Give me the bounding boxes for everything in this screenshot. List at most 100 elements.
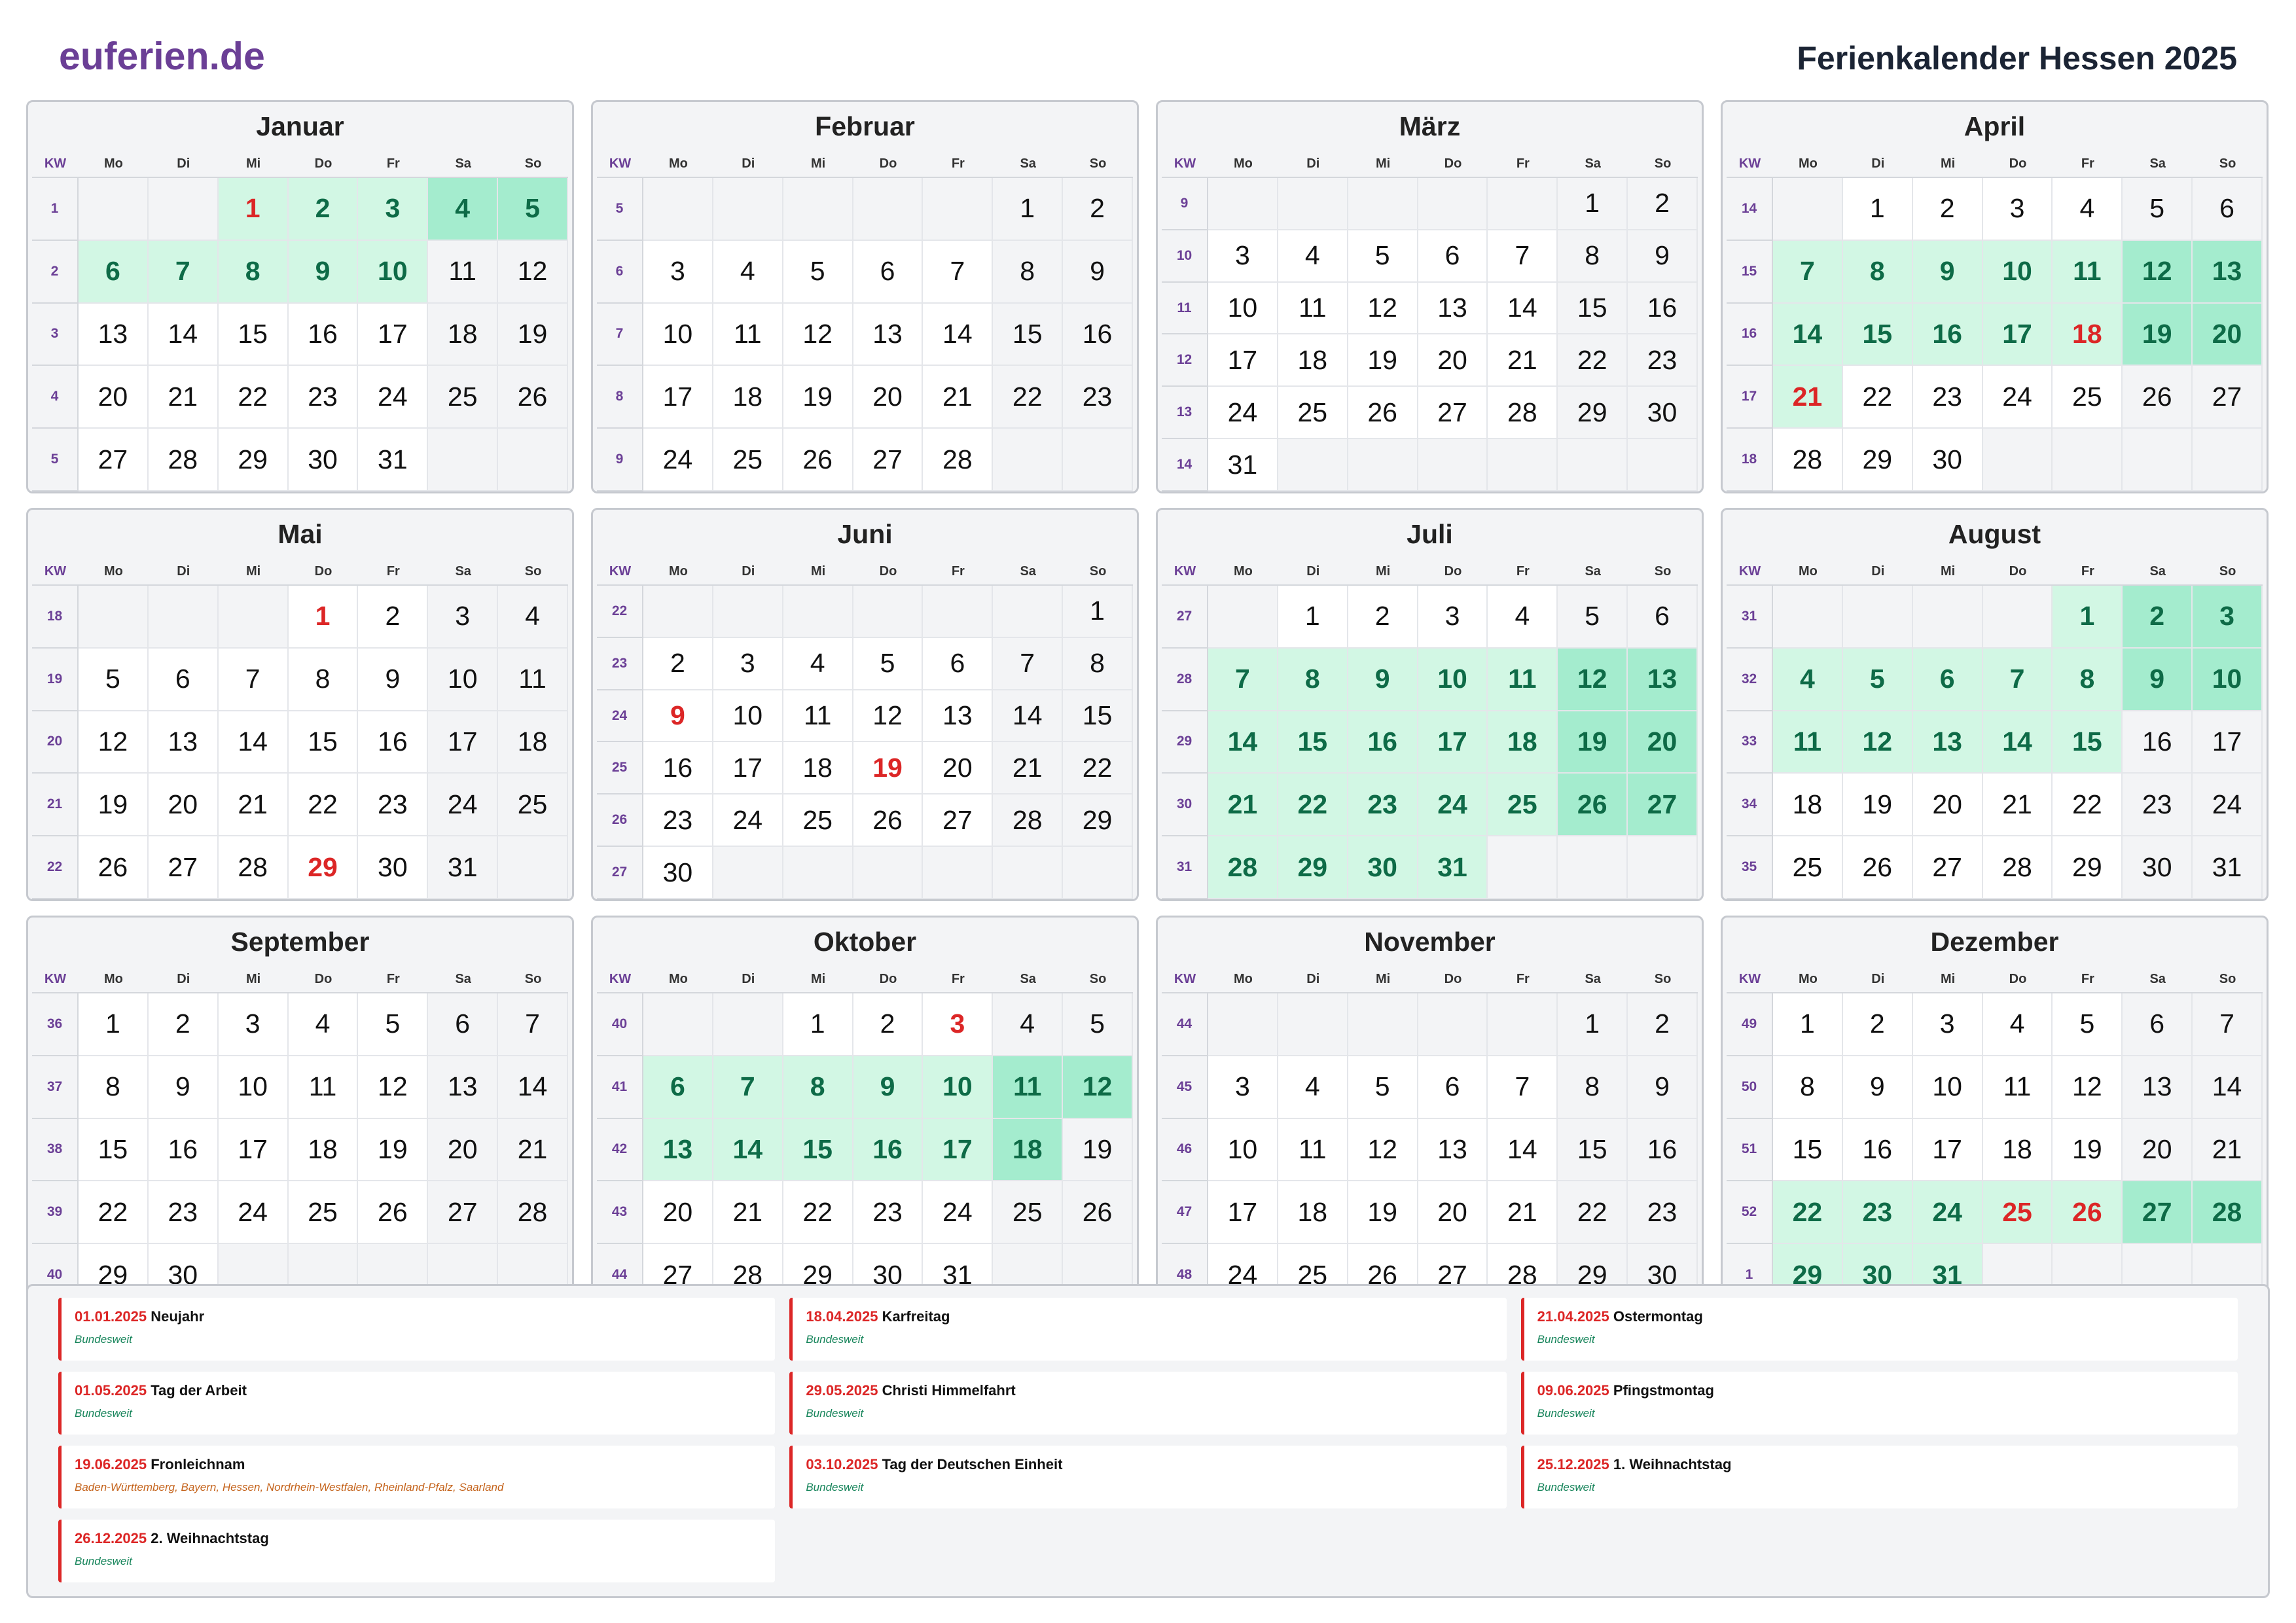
day-cell[interactable]: 1: [1558, 178, 1628, 230]
day-cell[interactable]: 9: [148, 1056, 219, 1119]
day-cell[interactable]: 7: [713, 1056, 783, 1119]
day-cell[interactable]: 2: [358, 586, 429, 649]
day-cell[interactable]: 28: [1773, 429, 1843, 491]
day-cell[interactable]: 24: [923, 1181, 994, 1245]
day-cell[interactable]: 27: [428, 1181, 499, 1245]
day-cell[interactable]: 26: [2053, 1181, 2123, 1245]
day-cell[interactable]: 4: [783, 637, 853, 690]
day-cell[interactable]: 1: [783, 993, 853, 1056]
day-cell[interactable]: 29: [1842, 429, 1913, 491]
day-cell[interactable]: 23: [1912, 366, 1983, 429]
day-cell[interactable]: 22: [79, 1181, 149, 1245]
day-cell[interactable]: 9: [1348, 648, 1418, 711]
day-cell[interactable]: 21: [2193, 1118, 2263, 1182]
day-cell[interactable]: 7: [218, 648, 289, 711]
day-cell[interactable]: 15: [288, 711, 359, 774]
day-cell[interactable]: 8: [1558, 230, 1628, 283]
day-cell[interactable]: 14: [218, 711, 289, 774]
day-cell[interactable]: 11: [993, 1056, 1064, 1119]
day-cell[interactable]: 10: [923, 1056, 994, 1119]
day-cell[interactable]: 4: [1278, 1056, 1348, 1119]
day-cell[interactable]: 1: [1558, 993, 1628, 1056]
day-cell[interactable]: 24: [713, 794, 783, 847]
day-cell[interactable]: 20: [148, 774, 219, 837]
day-cell[interactable]: 18: [1278, 1181, 1348, 1245]
day-cell[interactable]: 17: [1208, 1181, 1278, 1245]
day-cell[interactable]: 25: [288, 1181, 359, 1245]
day-cell[interactable]: 5: [1558, 586, 1628, 649]
day-cell[interactable]: 22: [1558, 1181, 1628, 1245]
day-cell[interactable]: 4: [498, 586, 568, 649]
day-cell[interactable]: 16: [853, 1118, 924, 1182]
day-cell[interactable]: 16: [643, 742, 713, 795]
day-cell[interactable]: 5: [1842, 648, 1913, 711]
day-cell[interactable]: 17: [643, 366, 713, 429]
day-cell[interactable]: 16: [1628, 1118, 1698, 1182]
day-cell[interactable]: 20: [1628, 711, 1698, 774]
day-cell[interactable]: 1: [993, 178, 1064, 241]
day-cell[interactable]: 8: [1773, 1056, 1843, 1119]
day-cell[interactable]: 25: [1982, 1181, 2053, 1245]
day-cell[interactable]: 5: [853, 637, 924, 690]
day-cell[interactable]: 27: [853, 429, 924, 491]
day-cell[interactable]: 28: [1208, 836, 1278, 899]
day-cell[interactable]: 9: [853, 1056, 924, 1119]
day-cell[interactable]: 3: [713, 637, 783, 690]
day-cell[interactable]: 12: [1558, 648, 1628, 711]
day-cell[interactable]: 12: [498, 240, 568, 304]
day-cell[interactable]: 7: [1488, 1056, 1558, 1119]
day-cell[interactable]: 10: [1208, 1118, 1278, 1182]
day-cell[interactable]: 28: [148, 429, 219, 491]
day-cell[interactable]: 30: [288, 429, 359, 491]
day-cell[interactable]: 8: [218, 240, 289, 304]
day-cell[interactable]: 28: [923, 429, 994, 491]
day-cell[interactable]: 29: [2053, 836, 2123, 899]
day-cell[interactable]: 2: [1912, 178, 1983, 241]
day-cell[interactable]: 19: [2123, 303, 2193, 366]
day-cell[interactable]: 2: [1842, 993, 1913, 1056]
day-cell[interactable]: 25: [713, 429, 783, 491]
day-cell[interactable]: 13: [1418, 282, 1488, 335]
day-cell[interactable]: 17: [923, 1118, 994, 1182]
day-cell[interactable]: 9: [1842, 1056, 1913, 1119]
day-cell[interactable]: 1: [218, 178, 289, 241]
day-cell[interactable]: 28: [2193, 1181, 2263, 1245]
day-cell[interactable]: 20: [853, 366, 924, 429]
day-cell[interactable]: 26: [79, 836, 149, 899]
day-cell[interactable]: 4: [428, 178, 499, 241]
day-cell[interactable]: 12: [2053, 1056, 2123, 1119]
day-cell[interactable]: 21: [923, 366, 994, 429]
day-cell[interactable]: 30: [1348, 836, 1418, 899]
day-cell[interactable]: 6: [1418, 230, 1488, 283]
day-cell[interactable]: 7: [1982, 648, 2053, 711]
day-cell[interactable]: 8: [1558, 1056, 1628, 1119]
day-cell[interactable]: 19: [498, 303, 568, 366]
day-cell[interactable]: 3: [2193, 586, 2263, 649]
day-cell[interactable]: 18: [498, 711, 568, 774]
day-cell[interactable]: 25: [1278, 387, 1348, 440]
day-cell[interactable]: 15: [79, 1118, 149, 1182]
day-cell[interactable]: 20: [79, 366, 149, 429]
day-cell[interactable]: 8: [1842, 240, 1913, 304]
day-cell[interactable]: 11: [1278, 1118, 1348, 1182]
day-cell[interactable]: 16: [1348, 711, 1418, 774]
day-cell[interactable]: 20: [428, 1118, 499, 1182]
day-cell[interactable]: 20: [1418, 1181, 1488, 1245]
day-cell[interactable]: 10: [1982, 240, 2053, 304]
day-cell[interactable]: 17: [1912, 1118, 1983, 1182]
day-cell[interactable]: 6: [2123, 993, 2193, 1056]
day-cell[interactable]: 14: [1488, 1118, 1558, 1182]
day-cell[interactable]: 28: [993, 794, 1064, 847]
day-cell[interactable]: 15: [1063, 690, 1133, 743]
day-cell[interactable]: 26: [1348, 387, 1418, 440]
day-cell[interactable]: 1: [1063, 586, 1133, 638]
day-cell[interactable]: 31: [1208, 439, 1278, 491]
day-cell[interactable]: 10: [1418, 648, 1488, 711]
day-cell[interactable]: 5: [2123, 178, 2193, 241]
day-cell[interactable]: 8: [288, 648, 359, 711]
day-cell[interactable]: 2: [288, 178, 359, 241]
day-cell[interactable]: 15: [1558, 282, 1628, 335]
day-cell[interactable]: 31: [428, 836, 499, 899]
day-cell[interactable]: 11: [428, 240, 499, 304]
day-cell[interactable]: 22: [1773, 1181, 1843, 1245]
